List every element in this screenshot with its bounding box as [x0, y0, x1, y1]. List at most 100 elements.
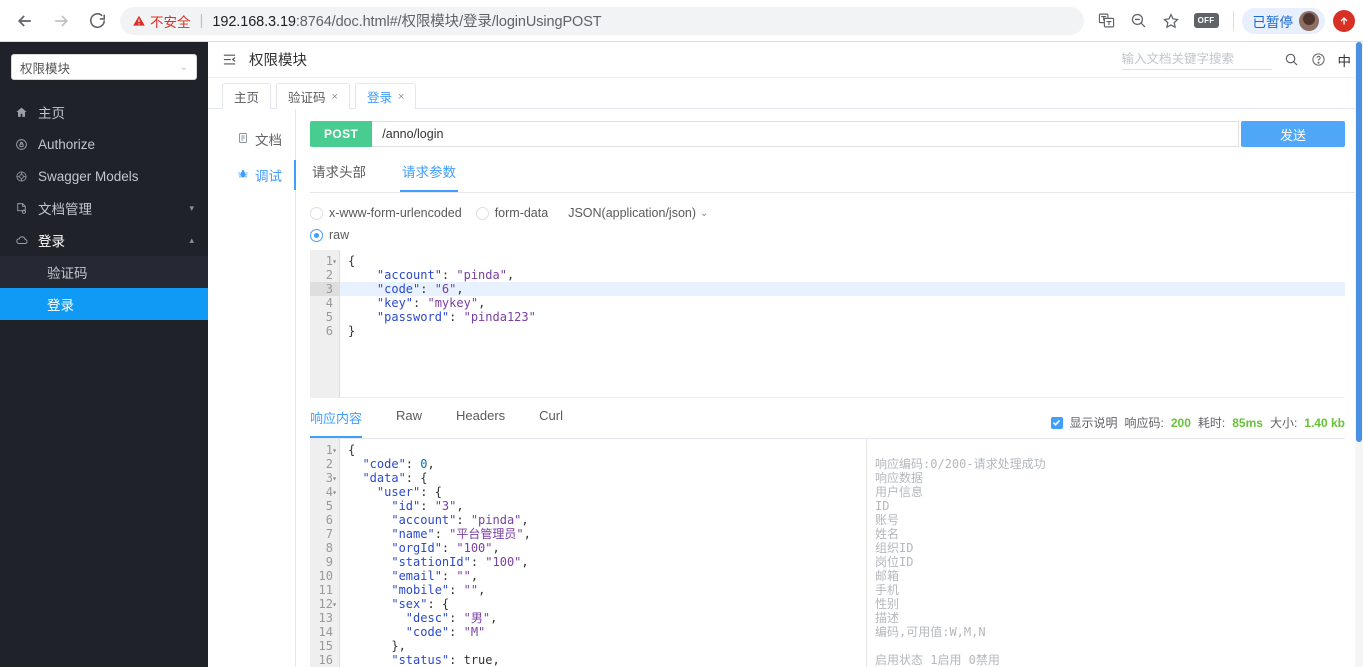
response-body: 1▾23▾4▾56789101112▾1314151617 { "code": … — [310, 439, 1345, 667]
forward-arrow-icon — [55, 14, 69, 27]
browser-toolbar: 不安全 | 192.168.3.19:8764/doc.html#/权限模块/登… — [0, 0, 1363, 42]
tab-label: 登录 — [366, 91, 392, 105]
request-code[interactable]: { "account": "pinda", "code": "6", "key"… — [340, 250, 1345, 397]
show-description-checkbox[interactable] — [1050, 416, 1063, 429]
response-field-description: 性别 — [875, 597, 900, 611]
endpoint-url-input[interactable]: /anno/login — [372, 121, 1239, 147]
line-number: 4 — [325, 296, 333, 310]
response-code-pane[interactable]: 1▾23▾4▾56789101112▾1314151617 { "code": … — [310, 439, 866, 667]
tab-response-raw[interactable]: Raw — [396, 408, 422, 438]
code-token: "key" — [348, 296, 414, 310]
page-scrollbar-thumb[interactable] — [1356, 42, 1362, 442]
radio-raw[interactable]: raw — [310, 228, 349, 242]
close-icon[interactable]: × — [332, 91, 338, 103]
fold-arrow-icon[interactable]: ▾ — [332, 486, 337, 500]
tab-response-headers[interactable]: Headers — [456, 408, 505, 438]
project-selector[interactable]: 权限模块 ⌄ — [11, 54, 197, 80]
tab-request-params[interactable]: 请求参数 — [400, 161, 458, 192]
page-title: 权限模块 — [249, 53, 307, 69]
sidebar-subitem-login[interactable]: 登录 — [0, 288, 208, 320]
reload-button[interactable] — [80, 4, 114, 38]
search-icon[interactable] — [1284, 52, 1299, 67]
sidebar-item-home[interactable]: 主页 — [0, 96, 208, 128]
line-number: 10 — [318, 569, 333, 583]
content-type-select[interactable]: JSON(application/json) ⌄ — [568, 206, 708, 220]
question-circle-icon[interactable] — [1311, 52, 1326, 67]
translate-button[interactable] — [1092, 6, 1122, 36]
document-icon — [237, 132, 249, 147]
code-token: , — [456, 499, 464, 513]
language-toggle[interactable]: 中 — [1338, 50, 1352, 70]
code-token: "pinda" — [456, 268, 507, 282]
code-token: "code" — [348, 457, 406, 471]
code-token: , — [523, 527, 531, 541]
collapse-menu-icon[interactable] — [222, 52, 237, 67]
code-line: "code": "M" — [348, 625, 866, 639]
sidebar-item-authorize[interactable]: Authorize — [0, 128, 208, 160]
code-token: : — [420, 282, 435, 296]
forward-button[interactable] — [44, 4, 78, 38]
sidebar-subitem-captcha[interactable]: 验证码 — [0, 256, 208, 288]
page-scrollbar[interactable] — [1355, 42, 1363, 667]
rail-item-doc[interactable]: 文档 — [208, 121, 295, 157]
code-line: { — [348, 254, 1345, 268]
response-field-description: 响应数据 — [875, 471, 924, 485]
zoom-out-button[interactable] — [1124, 6, 1154, 36]
response-field-description: ID — [875, 499, 890, 513]
sidebar-subitem-label: 登录 — [47, 298, 74, 313]
tab-captcha[interactable]: 验证码 × — [276, 83, 350, 109]
line-number: 12 ▾ — [318, 597, 337, 611]
bookmark-button[interactable] — [1156, 6, 1186, 36]
tab-home[interactable]: 主页 — [222, 83, 272, 109]
security-warning[interactable]: 不安全 — [132, 11, 191, 31]
tab-response-curl[interactable]: Curl — [539, 408, 563, 438]
fold-arrow-icon[interactable]: ▾ — [332, 472, 337, 486]
request-body-editor[interactable]: 1 ▾ 2 3 4 5 6 { "account": "pinda", "code": "6… — [310, 250, 1345, 398]
code-token: true — [463, 653, 493, 667]
fold-arrow-icon[interactable]: ▾ — [332, 255, 337, 269]
code-token: "男" — [463, 611, 491, 625]
close-icon[interactable]: × — [398, 91, 404, 103]
navigation-buttons — [0, 4, 114, 38]
code-token: "6" — [434, 282, 457, 296]
line-number: 15 — [318, 639, 333, 653]
sidebar-item-doc-management[interactable]: 文档管理 ▾ — [0, 192, 208, 224]
profile-button[interactable]: 已暂停 — [1241, 7, 1325, 34]
radio-dot — [310, 228, 323, 242]
back-button[interactable] — [8, 4, 42, 38]
response-field-description: 账号 — [875, 513, 900, 527]
code-token: "data" — [348, 471, 406, 485]
fold-arrow-icon[interactable]: ▾ — [332, 444, 337, 458]
sidebar-item-label: Authorize — [38, 136, 96, 152]
code-token: : { — [405, 471, 428, 485]
send-button[interactable]: 发送 — [1241, 121, 1345, 147]
main-area: 权限模块 中 主页 验证码 × 登录 × — [208, 42, 1363, 667]
sidebar-item-login-group[interactable]: 登录 ▴ — [0, 224, 208, 256]
search-input[interactable] — [1121, 49, 1272, 70]
omnibox-separator: | — [199, 12, 204, 29]
update-button[interactable] — [1333, 9, 1355, 32]
zoom-out-icon — [1131, 13, 1146, 28]
tab-response-content[interactable]: 响应内容 — [310, 408, 363, 438]
tab-login[interactable]: 登录 × — [354, 83, 417, 109]
radio-form-data[interactable]: form-data — [475, 206, 548, 220]
code-token: : — [449, 611, 464, 625]
code-line: "account": "pinda", — [348, 268, 1345, 282]
radio-urlencoded[interactable]: x-www-form-urlencoded — [310, 206, 462, 220]
code-token: "pinda" — [470, 513, 522, 527]
address-bar[interactable]: 不安全 | 192.168.3.19:8764/doc.html#/权限模块/登… — [120, 6, 1084, 35]
line-number: 14 — [318, 625, 333, 639]
translate-icon — [1098, 13, 1115, 28]
fold-arrow-icon[interactable]: ▾ — [332, 598, 337, 612]
response-code[interactable]: { "code": 0, "data": { "user": { "id": "… — [340, 439, 866, 667]
rail-item-debug[interactable]: 调试 — [208, 157, 295, 193]
radio-dot — [310, 206, 323, 220]
line-number: 7 — [325, 527, 333, 541]
code-token: "desc" — [348, 611, 450, 625]
sidebar-item-label: 登录 — [38, 234, 65, 249]
extension-off-badge[interactable]: OFF — [1193, 13, 1219, 28]
app-shell: 权限模块 ⌄ 主页 Authorize Swagger Models 文档管理 … — [0, 42, 1363, 667]
sidebar-item-swagger-models[interactable]: Swagger Models — [0, 160, 208, 192]
code-line: "key": "mykey", — [348, 296, 1345, 310]
tab-request-headers[interactable]: 请求头部 — [310, 161, 368, 192]
